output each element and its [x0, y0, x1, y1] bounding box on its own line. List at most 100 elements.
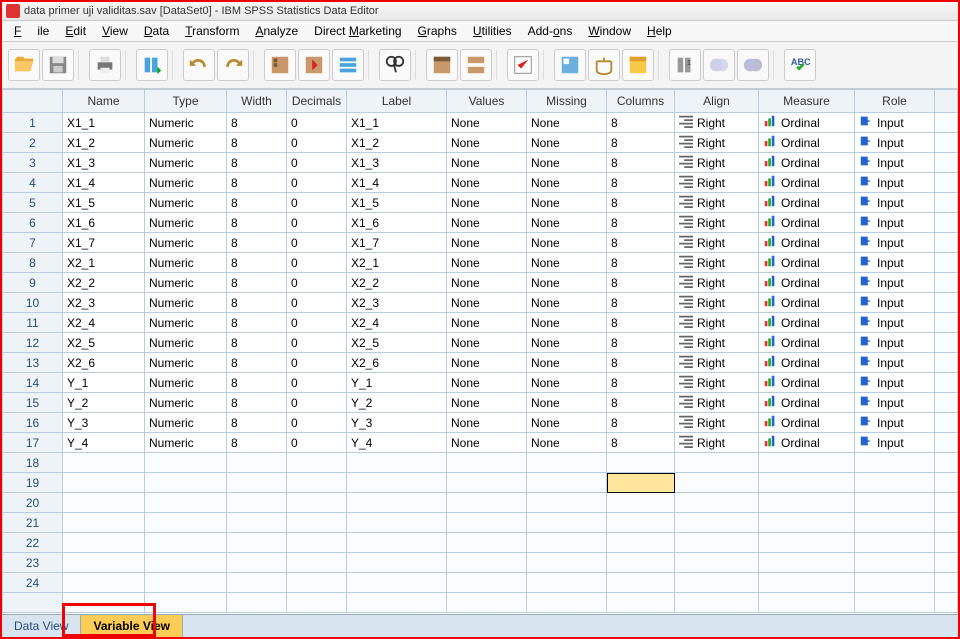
row-number[interactable]: 24 — [3, 573, 63, 593]
cell-columns[interactable] — [607, 533, 675, 553]
cell-name[interactable] — [63, 553, 145, 573]
goto-case-button[interactable] — [264, 49, 296, 81]
cell-decimals[interactable]: 0 — [287, 233, 347, 253]
cell-values[interactable]: None — [447, 133, 527, 153]
cell-missing[interactable]: None — [527, 133, 607, 153]
cell-name[interactable]: X1_4 — [63, 173, 145, 193]
menu-utilities[interactable]: Utilities — [465, 22, 520, 40]
cell-measure[interactable] — [759, 493, 855, 513]
cell-values[interactable] — [447, 533, 527, 553]
cell-name[interactable]: X1_2 — [63, 133, 145, 153]
cell-name[interactable]: X1_7 — [63, 233, 145, 253]
venn-solid-button[interactable] — [737, 49, 769, 81]
cell-role[interactable] — [855, 493, 935, 513]
table-row[interactable]: 10X2_3Numeric80X2_3NoneNone8RightOrdinal… — [3, 293, 958, 313]
cell-width[interactable]: 8 — [227, 113, 287, 133]
table-row-empty[interactable]: 18 — [3, 453, 958, 473]
cell-columns[interactable] — [607, 553, 675, 573]
cell-columns[interactable] — [607, 473, 675, 493]
cell-label[interactable] — [347, 473, 447, 493]
cell-type[interactable]: Numeric — [145, 313, 227, 333]
cell-missing[interactable] — [527, 493, 607, 513]
cell-width[interactable] — [227, 493, 287, 513]
variable-grid[interactable]: Name Type Width Decimals Label Values Mi… — [2, 89, 958, 614]
cell-width[interactable]: 8 — [227, 353, 287, 373]
cell-values[interactable]: None — [447, 193, 527, 213]
cell-measure[interactable]: Ordinal — [759, 413, 855, 433]
cell-name[interactable]: X1_3 — [63, 153, 145, 173]
table-row[interactable]: 6X1_6Numeric80X1_6NoneNone8RightOrdinalI… — [3, 213, 958, 233]
cell-align[interactable]: Right — [675, 413, 759, 433]
cell-role[interactable]: Input — [855, 253, 935, 273]
cell-type[interactable]: Numeric — [145, 293, 227, 313]
row-number[interactable]: 10 — [3, 293, 63, 313]
cell-name[interactable]: X2_1 — [63, 253, 145, 273]
row-number[interactable]: 14 — [3, 373, 63, 393]
cell-values[interactable] — [447, 453, 527, 473]
row-number[interactable]: 4 — [3, 173, 63, 193]
cell-align[interactable]: Right — [675, 233, 759, 253]
cell-missing[interactable]: None — [527, 313, 607, 333]
row-number[interactable]: 3 — [3, 153, 63, 173]
row-number[interactable]: 20 — [3, 493, 63, 513]
cell-values[interactable]: None — [447, 253, 527, 273]
menu-analyze[interactable]: Analyze — [247, 22, 306, 40]
cell-align[interactable]: Right — [675, 333, 759, 353]
cell-label[interactable]: X2_4 — [347, 313, 447, 333]
cell-name[interactable] — [63, 513, 145, 533]
cell-decimals[interactable]: 0 — [287, 193, 347, 213]
row-number[interactable]: 15 — [3, 393, 63, 413]
cell-type[interactable]: Numeric — [145, 233, 227, 253]
cell-values[interactable] — [447, 573, 527, 593]
cell-align[interactable]: Right — [675, 373, 759, 393]
cell-label[interactable]: X1_5 — [347, 193, 447, 213]
cell-label[interactable] — [347, 553, 447, 573]
cell-type[interactable]: Numeric — [145, 373, 227, 393]
cell-name[interactable]: X2_3 — [63, 293, 145, 313]
cell-label[interactable]: X1_1 — [347, 113, 447, 133]
cell-label[interactable]: Y_4 — [347, 433, 447, 453]
cell-columns[interactable] — [607, 513, 675, 533]
cell-measure[interactable] — [759, 573, 855, 593]
row-number[interactable]: 1 — [3, 113, 63, 133]
cell-name[interactable]: X1_5 — [63, 193, 145, 213]
cell-values[interactable]: None — [447, 113, 527, 133]
cell-decimals[interactable] — [287, 493, 347, 513]
cell-type[interactable]: Numeric — [145, 113, 227, 133]
cell-decimals[interactable]: 0 — [287, 433, 347, 453]
cell-missing[interactable] — [527, 533, 607, 553]
cell-label[interactable] — [347, 533, 447, 553]
cell-type[interactable]: Numeric — [145, 433, 227, 453]
table-row[interactable]: 1X1_1Numeric80X1_1NoneNone8RightOrdinalI… — [3, 113, 958, 133]
cell-missing[interactable]: None — [527, 273, 607, 293]
cell-columns[interactable]: 8 — [607, 153, 675, 173]
cell-measure[interactable] — [759, 553, 855, 573]
cell-type[interactable]: Numeric — [145, 353, 227, 373]
cell-role[interactable]: Input — [855, 113, 935, 133]
table-row-empty[interactable]: 20 — [3, 493, 958, 513]
cell-width[interactable] — [227, 473, 287, 493]
col-role[interactable]: Role — [855, 90, 935, 113]
cell-columns[interactable]: 8 — [607, 273, 675, 293]
cell-label[interactable]: Y_1 — [347, 373, 447, 393]
cell-name[interactable] — [63, 473, 145, 493]
cell-label[interactable]: X1_6 — [347, 213, 447, 233]
cell-decimals[interactable]: 0 — [287, 213, 347, 233]
cell-width[interactable]: 8 — [227, 173, 287, 193]
menu-direct-marketing[interactable]: Direct Marketing — [306, 22, 409, 40]
cell-label[interactable]: X2_6 — [347, 353, 447, 373]
menu-window[interactable]: Window — [580, 22, 639, 40]
cell-role[interactable] — [855, 553, 935, 573]
cell-missing[interactable]: None — [527, 153, 607, 173]
cell-width[interactable] — [227, 533, 287, 553]
cell-blank[interactable] — [935, 513, 958, 533]
cell-width[interactable]: 8 — [227, 313, 287, 333]
cell-name[interactable] — [63, 453, 145, 473]
cell-label[interactable]: Y_3 — [347, 413, 447, 433]
cell-missing[interactable]: None — [527, 433, 607, 453]
cell-missing[interactable] — [527, 573, 607, 593]
cell-align[interactable]: Right — [675, 253, 759, 273]
cell-decimals[interactable]: 0 — [287, 113, 347, 133]
cell-columns[interactable]: 8 — [607, 373, 675, 393]
cell-align[interactable]: Right — [675, 353, 759, 373]
